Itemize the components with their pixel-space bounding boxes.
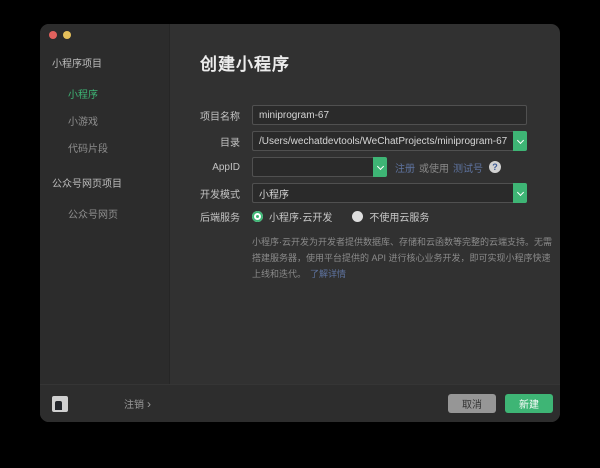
directory-row: 目录 [200, 131, 560, 151]
appid-input[interactable] [252, 157, 373, 177]
backend-service-row: 后端服务 小程序·云开发 不使用云服务 [200, 209, 560, 224]
cloud-dev-description: 小程序·云开发为开发者提供数据库、存储和云函数等完整的云端支持。无需搭建服务器，… [252, 234, 554, 282]
backend-service-label: 后端服务 [200, 209, 240, 224]
radio-option-cloud-dev[interactable]: 小程序·云开发 [252, 209, 332, 224]
sidebar-item-minigame[interactable]: 小游戏 [49, 107, 169, 134]
chevron-down-icon [516, 136, 523, 143]
radio-cloud-dev-label: 小程序·云开发 [269, 209, 332, 224]
chevron-down-icon [516, 188, 523, 195]
desktop-background: 小程序项目 小程序 小游戏 代码片段 公众号网页项目 公众号网页 创建小程序 项… [0, 0, 600, 468]
dev-mode-row: 开发模式 [200, 183, 560, 203]
appid-select [252, 157, 387, 177]
cancel-button[interactable]: 取消 [448, 394, 496, 413]
page-title: 创建小程序 [200, 50, 560, 75]
avatar-image [55, 401, 62, 410]
sidebar-item-official-account-web[interactable]: 公众号网页 [49, 200, 169, 227]
minimize-button[interactable] [63, 31, 71, 39]
radio-selected-icon [252, 211, 263, 222]
directory-dropdown-button[interactable] [513, 131, 527, 151]
dev-mode-dropdown-button[interactable] [513, 183, 527, 203]
create-miniprogram-window: 小程序项目 小程序 小游戏 代码片段 公众号网页项目 公众号网页 创建小程序 项… [40, 24, 560, 422]
project-name-label: 项目名称 [200, 108, 240, 123]
window-controls [49, 31, 169, 39]
radio-option-no-cloud[interactable]: 不使用云服务 [352, 209, 429, 224]
logout-label: 注销 [124, 396, 144, 411]
or-use-text: 或使用 [419, 160, 449, 175]
description-text: 小程序·云开发为开发者提供数据库、存储和云函数等完整的云端支持。无需搭建服务器，… [252, 237, 552, 279]
appid-dropdown-button[interactable] [373, 157, 387, 177]
directory-input[interactable] [252, 131, 513, 151]
dev-mode-label: 开发模式 [200, 186, 240, 201]
sidebar-section-official-account-projects: 公众号网页项目 [52, 175, 164, 190]
sidebar-section-miniprogram-projects: 小程序项目 [52, 55, 164, 70]
learn-more-link[interactable]: 了解详情 [310, 269, 346, 279]
chevron-right-icon: › [147, 398, 151, 410]
sidebar: 小程序项目 小程序 小游戏 代码片段 公众号网页项目 公众号网页 [40, 24, 170, 384]
project-name-row: 项目名称 [200, 105, 560, 125]
main-panel: 创建小程序 项目名称 目录 AppID [170, 24, 560, 384]
close-button[interactable] [49, 31, 57, 39]
sidebar-item-code-snippet[interactable]: 代码片段 [49, 134, 169, 161]
directory-select [252, 131, 527, 151]
avatar[interactable] [52, 396, 68, 412]
footer-bar: 注销 › 取消 新建 [40, 384, 560, 422]
dev-mode-select [252, 183, 527, 203]
radio-no-cloud-label: 不使用云服务 [369, 209, 429, 224]
help-icon[interactable]: ? [489, 161, 501, 173]
appid-row: AppID 注册 或使用 测试号 ? [200, 157, 560, 177]
register-link[interactable]: 注册 [395, 160, 415, 175]
project-type-nav: 小程序项目 小程序 小游戏 代码片段 公众号网页项目 公众号网页 [49, 55, 169, 227]
sidebar-item-miniprogram[interactable]: 小程序 [49, 80, 169, 107]
chevron-down-icon [376, 162, 383, 169]
directory-label: 目录 [200, 134, 240, 149]
create-button[interactable]: 新建 [505, 394, 553, 413]
logout-link[interactable]: 注销 › [124, 396, 151, 411]
dev-mode-input[interactable] [252, 183, 513, 203]
test-account-link[interactable]: 测试号 [453, 160, 483, 175]
appid-helper-text: 注册 或使用 测试号 ? [395, 160, 501, 175]
appid-label: AppID [200, 162, 240, 173]
radio-unselected-icon [352, 211, 363, 222]
project-name-input[interactable] [252, 105, 527, 125]
